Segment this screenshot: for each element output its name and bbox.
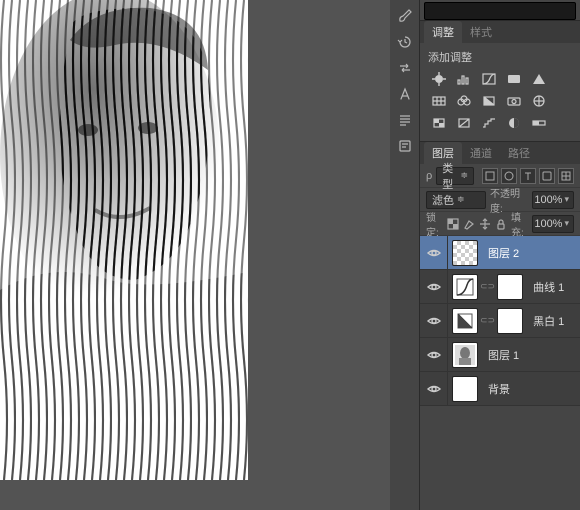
- threshold-icon[interactable]: [505, 115, 523, 131]
- layer-item[interactable]: ⊂⊃ 曲线 1: [420, 270, 580, 304]
- color-balance-icon[interactable]: [455, 93, 473, 109]
- layer-filter-buttons: [482, 168, 574, 184]
- adjustments-tabs: 调整 样式: [420, 21, 580, 43]
- exposure-icon[interactable]: [505, 71, 523, 87]
- note-panel-icon[interactable]: [393, 134, 417, 158]
- gradient-map-icon[interactable]: [530, 115, 548, 131]
- lock-fill-row: 锁定: 填充: 100%▾: [420, 212, 580, 236]
- layers-panel: 图层 通道 路径 ρ 类型≑ 滤色≑ 不透明度: 100%▾ 锁定: 填充: 1…: [420, 141, 580, 510]
- vibrance-icon[interactable]: [530, 71, 548, 87]
- color-swatch-strip[interactable]: [424, 2, 576, 20]
- layer-filter-kind[interactable]: 类型≑: [436, 167, 474, 185]
- levels-icon[interactable]: [455, 71, 473, 87]
- tab-paths[interactable]: 路径: [500, 142, 538, 164]
- layers-body: ρ 类型≑ 滤色≑ 不透明度: 100%▾ 锁定: 填充: 100%▾ 图层 2…: [420, 164, 580, 406]
- fill-input[interactable]: 100%▾: [532, 215, 574, 233]
- mask-thumbnail[interactable]: [497, 274, 523, 300]
- history-panel-icon[interactable]: [393, 30, 417, 54]
- channel-mixer-icon[interactable]: [530, 93, 548, 109]
- opacity-input[interactable]: 100%▾: [532, 191, 574, 209]
- visibility-toggle[interactable]: [420, 270, 448, 304]
- filter-shape-icon[interactable]: [539, 168, 555, 184]
- layer-item[interactable]: 背景: [420, 372, 580, 406]
- lock-label: 锁定:: [426, 209, 443, 239]
- tab-channels[interactable]: 通道: [462, 142, 500, 164]
- layer-name[interactable]: 图层 2: [482, 245, 519, 261]
- layer-thumbnail[interactable]: [452, 240, 478, 266]
- blend-opacity-row: 滤色≑ 不透明度: 100%▾: [420, 188, 580, 212]
- filter-type-icon[interactable]: [520, 168, 536, 184]
- color-lookup-icon[interactable]: [430, 115, 448, 131]
- invert-icon[interactable]: [455, 115, 473, 131]
- adjustments-panel: 调整 样式 添加调整: [420, 20, 580, 141]
- visibility-toggle[interactable]: [420, 338, 448, 372]
- document-canvas[interactable]: [0, 0, 248, 480]
- layer-name[interactable]: 背景: [482, 381, 510, 397]
- panel-stack: 调整 样式 添加调整 图层 通道 路径 ρ 类型≑ 滤色≑ 不透明度: 100%…: [420, 0, 580, 510]
- character-panel-icon[interactable]: [393, 82, 417, 106]
- brush-panel-icon[interactable]: [393, 4, 417, 28]
- adjustments-grid: [428, 71, 572, 131]
- layer-name[interactable]: 黑白 1: [527, 313, 564, 329]
- adjustments-title: 添加调整: [428, 49, 572, 65]
- filter-smart-icon[interactable]: [558, 168, 574, 184]
- layer-thumbnail[interactable]: [452, 342, 478, 368]
- layer-item[interactable]: 图层 1: [420, 338, 580, 372]
- layer-name[interactable]: 曲线 1: [527, 279, 564, 295]
- layer-name[interactable]: 图层 1: [482, 347, 519, 363]
- adjustment-thumbnail[interactable]: [452, 308, 478, 334]
- hue-sat-icon[interactable]: [430, 93, 448, 109]
- brightness-contrast-icon[interactable]: [430, 71, 448, 87]
- tab-adjustments[interactable]: 调整: [424, 21, 462, 43]
- filter-pixel-icon[interactable]: [482, 168, 498, 184]
- layers-list: 图层 2 ⊂⊃ 曲线 1 ⊂⊃ 黑白 1 图层 1 背景: [420, 236, 580, 406]
- black-white-icon[interactable]: [480, 93, 498, 109]
- visibility-toggle[interactable]: [420, 372, 448, 406]
- layer-thumbnail[interactable]: [452, 376, 478, 402]
- adjustment-thumbnail[interactable]: [452, 274, 478, 300]
- curves-icon[interactable]: [480, 71, 498, 87]
- lock-pixels-icon[interactable]: [463, 216, 475, 232]
- link-icon: ⊂⊃: [480, 315, 495, 326]
- layer-item[interactable]: 图层 2: [420, 236, 580, 270]
- fill-label: 填充:: [511, 209, 528, 239]
- paragraph-panel-icon[interactable]: [393, 108, 417, 132]
- visibility-toggle[interactable]: [420, 236, 448, 270]
- layer-item[interactable]: ⊂⊃ 黑白 1: [420, 304, 580, 338]
- lock-position-icon[interactable]: [479, 216, 491, 232]
- lock-all-icon[interactable]: [495, 216, 507, 232]
- posterize-icon[interactable]: [480, 115, 498, 131]
- swap-panel-icon[interactable]: [393, 56, 417, 80]
- blend-mode-select[interactable]: 滤色≑: [426, 191, 486, 209]
- lock-transparency-icon[interactable]: [447, 216, 459, 232]
- visibility-toggle[interactable]: [420, 304, 448, 338]
- photo-filter-icon[interactable]: [505, 93, 523, 109]
- artwork-wave-portrait: [0, 0, 248, 480]
- collapsed-panel-dock: [390, 0, 420, 510]
- tab-styles[interactable]: 样式: [462, 21, 500, 43]
- mask-thumbnail[interactable]: [497, 308, 523, 334]
- link-icon: ⊂⊃: [480, 281, 495, 292]
- filter-adjust-icon[interactable]: [501, 168, 517, 184]
